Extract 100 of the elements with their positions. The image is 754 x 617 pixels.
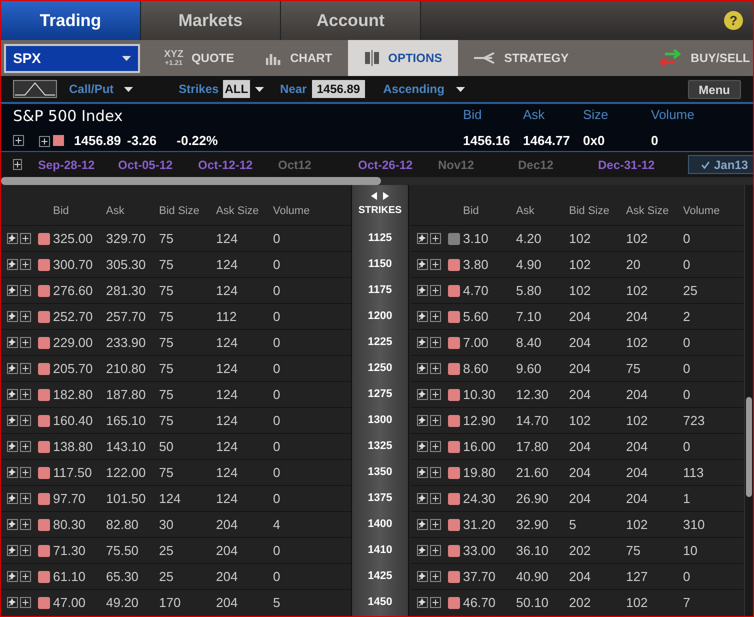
trade-icon[interactable] [417,519,428,530]
sub-tab[interactable]: CHART [250,40,348,76]
table-cell-text: 0 [273,542,282,560]
near-field[interactable]: 1456.89 [312,80,366,98]
sub-tab[interactable]: OPTIONS [348,40,458,76]
table-cell-text: 0 [273,438,282,456]
trade-icon[interactable] [417,233,428,244]
expiry-tab[interactable]: Dec-31-12 [598,156,678,174]
table-cell-text: 310 [683,516,706,534]
nav-tab[interactable]: Account [281,1,421,40]
table-cell-text: 3.10 [463,230,490,248]
horizontal-scrollbar[interactable] [1,177,753,185]
call-put-dropdown[interactable]: Call/Put [69,80,133,98]
trade-icon[interactable] [417,311,428,322]
trade-icon[interactable] [7,389,18,400]
trade-icon[interactable] [417,545,428,556]
expiry-tab[interactable]: Oct-26-12 [358,156,438,174]
trade-icon[interactable] [417,389,428,400]
add-icon[interactable] [430,545,441,556]
nav-tab[interactable]: Markets [141,1,281,40]
add-icon[interactable] [39,136,50,146]
expand-icon[interactable] [13,134,24,146]
trade-icon[interactable] [7,233,18,244]
trade-icon[interactable] [417,571,428,582]
table-cell-text: 9.60 [516,360,542,378]
table-cell-text: 14.70 [516,412,550,430]
strike-price: 1350 [368,464,392,480]
trade-icon[interactable] [7,571,18,582]
add-icon[interactable] [20,467,31,478]
strike-price: 1250 [368,360,392,376]
trade-icon[interactable] [7,467,18,478]
add-icon[interactable] [430,233,441,244]
add-icon[interactable] [20,285,31,296]
trade-icon[interactable] [7,545,18,556]
trade-icon[interactable] [417,467,428,478]
add-icon[interactable] [20,571,31,582]
add-icon[interactable] [430,259,441,270]
trade-icon[interactable] [417,337,428,348]
trade-icon[interactable] [7,285,18,296]
add-icon[interactable] [20,493,31,504]
trade-icon[interactable] [7,311,18,322]
add-icon[interactable] [430,415,441,426]
trade-icon[interactable] [417,493,428,504]
expiry-tab[interactable]: Sep-28-12 [38,156,118,174]
add-icon[interactable] [430,467,441,478]
add-icon[interactable] [20,233,31,244]
add-icon[interactable] [20,545,31,556]
add-icon[interactable] [20,415,31,426]
trade-icon[interactable] [7,519,18,530]
trade-icon[interactable] [7,259,18,270]
expiry-tab[interactable]: Jan13 [688,155,753,174]
add-icon[interactable] [20,597,31,608]
vertical-scrollbar[interactable] [744,185,753,616]
table-cell-text: 10.30 [463,386,497,404]
trade-icon[interactable] [7,597,18,608]
payoff-icon[interactable] [13,80,57,98]
add-icon[interactable] [20,337,31,348]
add-icon[interactable] [20,389,31,400]
help-icon[interactable]: ? [724,11,743,30]
column-header: Ask [523,106,546,124]
nav-tab[interactable]: Trading [1,1,141,40]
table-cell-text: 0 [683,438,692,456]
trade-icon[interactable] [417,363,428,374]
trade-icon[interactable] [417,285,428,296]
menu-button[interactable]: Menu [688,80,741,98]
add-icon[interactable] [430,311,441,322]
buy-sell-button[interactable]: BUY/SELL [656,49,753,67]
add-icon[interactable] [430,519,441,530]
add-icon[interactable] [430,337,441,348]
column-header: Ask Size [626,204,670,218]
add-icon[interactable] [20,441,31,452]
trade-icon[interactable] [7,441,18,452]
add-icon[interactable] [430,285,441,296]
expand-icon[interactable] [13,159,22,170]
symbol-dropdown[interactable]: SPX [4,44,140,72]
left-arrow-icon[interactable] [371,192,377,200]
expiry-tab[interactable]: Oct-12-12 [198,156,278,174]
trade-icon[interactable] [417,415,428,426]
sort-dropdown[interactable]: Ascending [383,80,466,98]
add-icon[interactable] [430,441,441,452]
add-icon[interactable] [20,363,31,374]
trade-icon[interactable] [7,363,18,374]
add-icon[interactable] [20,519,31,530]
add-icon[interactable] [430,571,441,582]
trade-icon[interactable] [7,493,18,504]
trade-icon[interactable] [7,337,18,348]
add-icon[interactable] [430,389,441,400]
add-icon[interactable] [430,597,441,608]
trade-icon[interactable] [417,259,428,270]
sub-tab[interactable]: STRATEGY [458,40,585,76]
expiry-tab[interactable]: Oct-05-12 [118,156,198,174]
trade-icon[interactable] [417,441,428,452]
trade-icon[interactable] [7,415,18,426]
add-icon[interactable] [430,493,441,504]
table-cell-text: 4.90 [516,256,542,274]
trade-icon[interactable] [417,597,428,608]
add-icon[interactable] [430,363,441,374]
right-arrow-icon[interactable] [383,192,389,200]
add-icon[interactable] [20,311,31,322]
add-icon[interactable] [20,259,31,270]
